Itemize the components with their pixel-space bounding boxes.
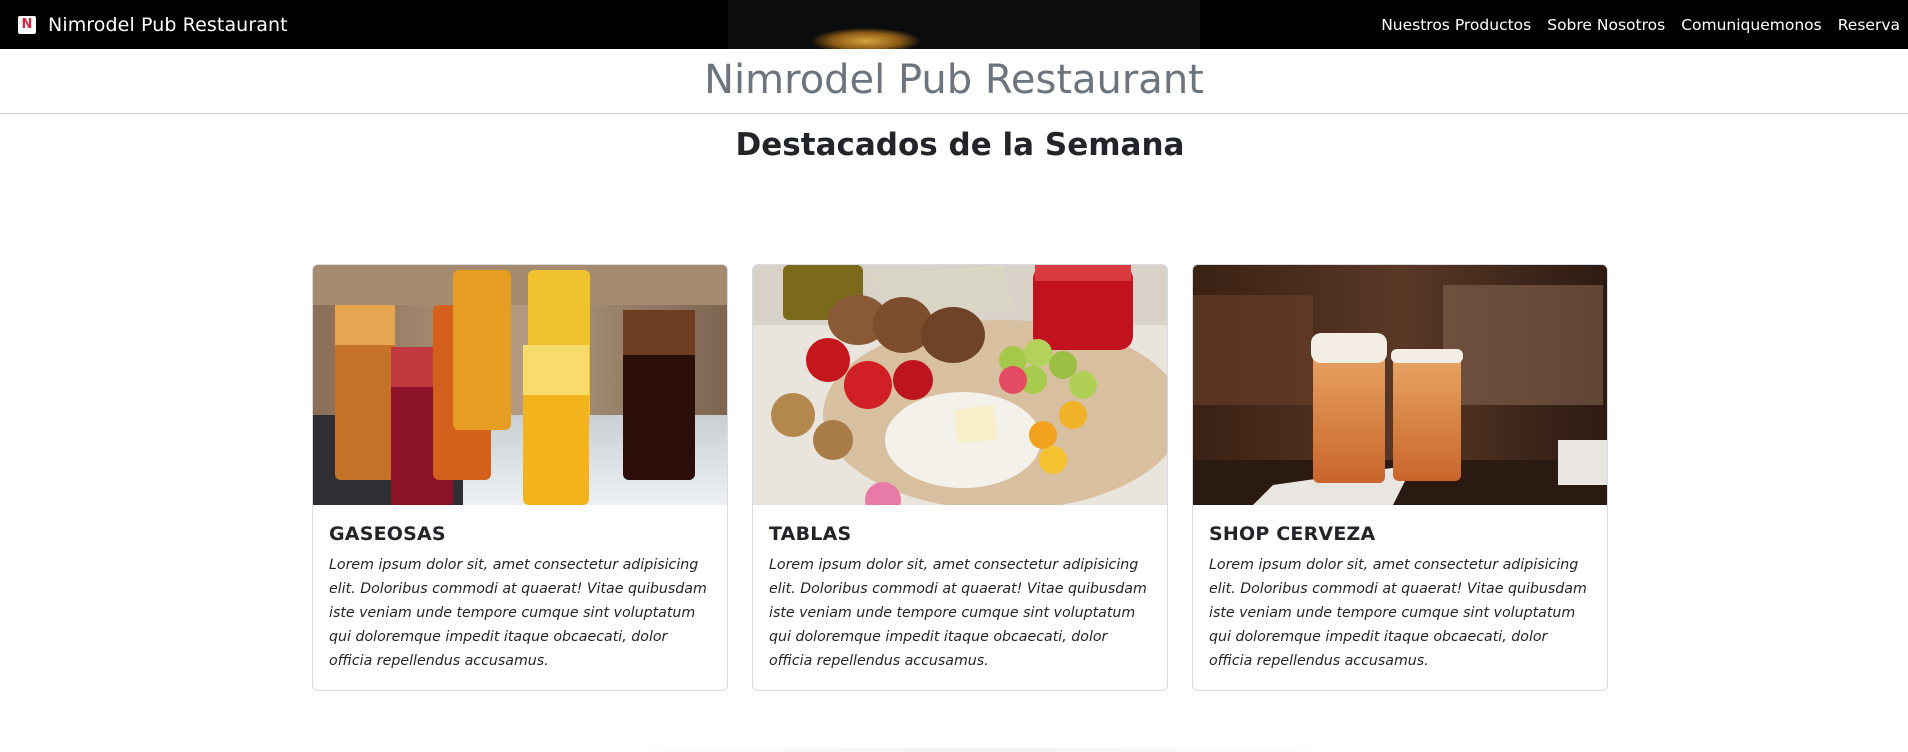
card-tablas: TABLAS Lorem ipsum dolor sit, amet conse…: [752, 264, 1168, 691]
nav-link-nuestros-productos[interactable]: Nuestros Productos: [1373, 16, 1539, 34]
nav-link-sobre-nosotros[interactable]: Sobre Nosotros: [1539, 16, 1673, 34]
card-body-gaseosas: GASEOSAS Lorem ipsum dolor sit, amet con…: [313, 505, 727, 673]
nav-link-reserva[interactable]: Reserva: [1830, 16, 1908, 34]
card-title: SHOP CERVEZA: [1209, 523, 1376, 545]
brand-logo-icon: N: [18, 15, 36, 34]
card-text: Lorem ipsum dolor sit, amet consectetur …: [769, 557, 1147, 669]
card-image-shop-cerveza: [1193, 265, 1607, 505]
next-section-edge: [600, 748, 1360, 752]
card-title: GASEOSAS: [329, 523, 446, 545]
nav-link-comuniquemonos[interactable]: Comuniquemonos: [1673, 16, 1830, 34]
card-text: Lorem ipsum dolor sit, amet consectetur …: [1209, 557, 1587, 669]
brand-link[interactable]: N Nimrodel Pub Restaurant: [18, 0, 288, 49]
card-shop-cerveza: SHOP CERVEZA Lorem ipsum dolor sit, amet…: [1192, 264, 1608, 691]
card-image-gaseosas: [313, 265, 727, 505]
site-title: Nimrodel Pub Restaurant: [704, 57, 1204, 103]
top-navbar: N Nimrodel Pub Restaurant Nuestros Produ…: [0, 0, 1908, 49]
card-image-tablas: [753, 265, 1167, 505]
featured-cards: GASEOSAS Lorem ipsum dolor sit, amet con…: [312, 264, 1608, 691]
card-title: TABLAS: [769, 523, 852, 545]
site-header: Nimrodel Pub Restaurant: [0, 49, 1908, 114]
card-body-tablas: TABLAS Lorem ipsum dolor sit, amet conse…: [753, 505, 1167, 673]
navbar-background-image: [728, 0, 1200, 49]
card-body-shop-cerveza: SHOP CERVEZA Lorem ipsum dolor sit, amet…: [1193, 505, 1607, 673]
card-gaseosas: GASEOSAS Lorem ipsum dolor sit, amet con…: [312, 264, 728, 691]
cheese-board-illustration: [753, 265, 1167, 505]
beer-glasses-illustration: [1193, 265, 1607, 505]
brand-name: Nimrodel Pub Restaurant: [48, 13, 288, 36]
card-text: Lorem ipsum dolor sit, amet consectetur …: [329, 557, 707, 669]
section-title: Destacados de la Semana: [735, 127, 1185, 163]
nav-links: Nuestros Productos Sobre Nosotros Comuni…: [1373, 0, 1908, 49]
soda-drinks-illustration: [313, 265, 727, 505]
navbar-background-glow: [812, 28, 920, 49]
